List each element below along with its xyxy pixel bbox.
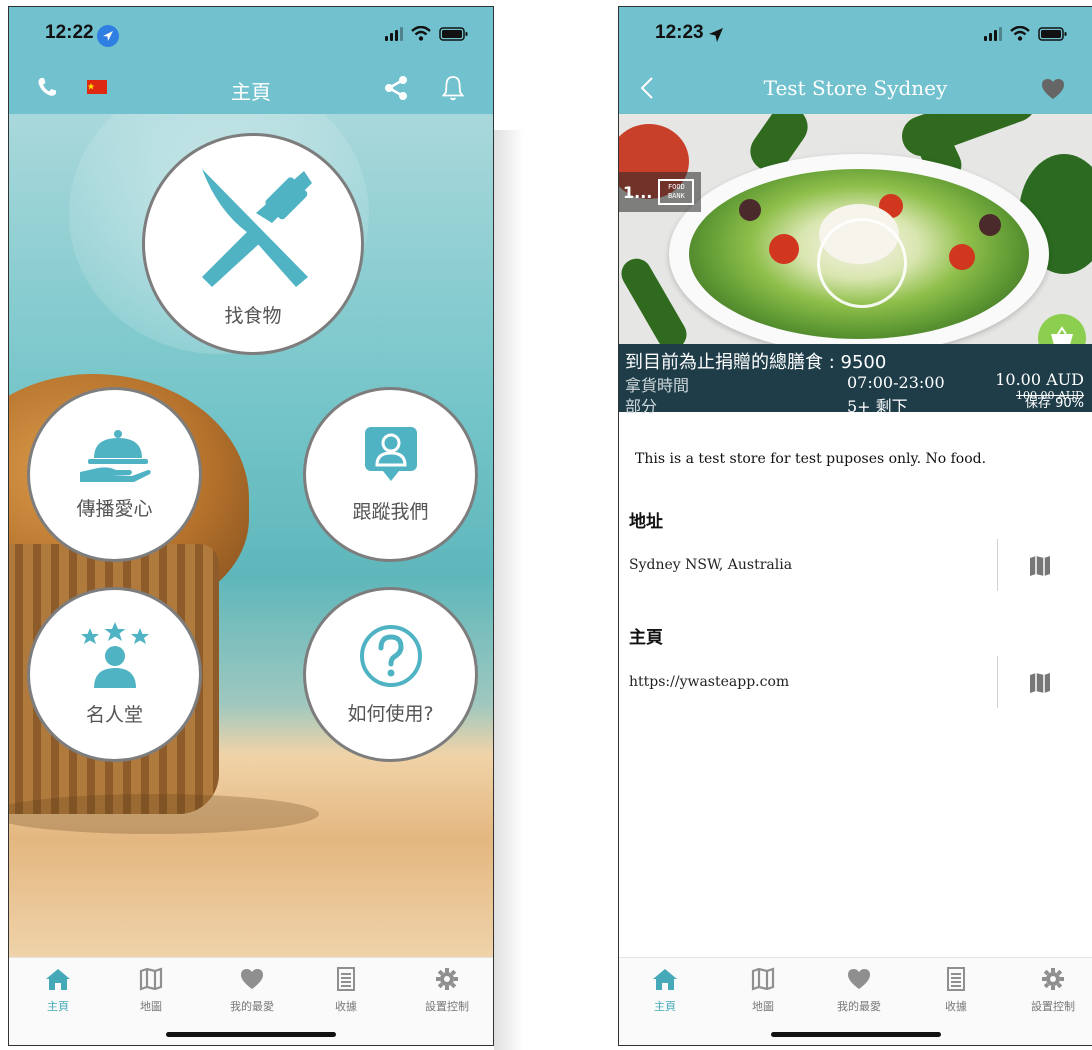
badge-count: 1... — [623, 182, 653, 202]
hall-of-fame-button[interactable]: 名人堂 — [27, 587, 202, 762]
tab-receipts[interactable]: 收據 — [916, 966, 996, 1014]
tab-home[interactable]: 主頁 — [625, 966, 705, 1014]
homepage-map-button[interactable] — [1025, 670, 1055, 700]
status-bar: 12:22 — [9, 7, 493, 62]
portion-label: 部分 — [625, 397, 658, 416]
status-bar: 12:23 — [619, 7, 1092, 62]
contact-bubble-icon — [361, 425, 421, 491]
find-food-button[interactable]: 找食物 — [142, 133, 364, 355]
spread-love-button[interactable]: 傳播愛心 — [27, 387, 202, 562]
favorite-heart-icon[interactable] — [1040, 78, 1066, 104]
tab-receipts-label: 收據 — [335, 1000, 357, 1013]
tab-map-label: 地圖 — [752, 1000, 774, 1013]
follow-us-button[interactable]: 跟蹤我們 — [303, 387, 478, 562]
star-person-icon — [78, 622, 152, 694]
gear-icon — [407, 966, 487, 992]
status-time: 12:22 — [45, 22, 94, 43]
tab-home[interactable]: 主頁 — [18, 966, 98, 1014]
location-icon — [97, 25, 119, 47]
receipt-icon — [916, 966, 996, 992]
battery-icon — [1038, 26, 1068, 41]
status-time: 12:23 — [655, 22, 704, 43]
tab-bar: 主頁 地圖 我的最愛 收據 設置控制 — [619, 957, 1092, 1045]
map-icon — [1029, 672, 1051, 698]
how-to-use-button[interactable]: 如何使用? — [303, 587, 478, 762]
tab-settings-label: 設置控制 — [1031, 1000, 1075, 1013]
tab-receipts-label: 收據 — [945, 1000, 967, 1013]
share-icon[interactable] — [383, 75, 409, 105]
tab-bar: 主頁 地圖 我的最愛 收據 設置控制 — [9, 957, 493, 1045]
wifi-icon — [1010, 26, 1030, 41]
divider — [997, 539, 998, 591]
home-indicator — [166, 1032, 336, 1037]
store-badge: 1... FOOD BANK — [619, 172, 701, 212]
cutlery-icon — [188, 161, 318, 295]
find-food-label: 找食物 — [224, 304, 282, 327]
tab-favorites[interactable]: 我的最愛 — [212, 966, 292, 1014]
basket-button[interactable] — [1038, 314, 1086, 344]
home-indicator — [770, 1032, 941, 1037]
location-arrow-icon — [707, 26, 725, 48]
nav-title: Test Store Sydney — [763, 76, 948, 100]
heart-icon — [819, 966, 899, 992]
status-icons — [984, 26, 1068, 41]
portion-value: 5+ 剩下 — [847, 397, 908, 416]
price: 10.00 AUD — [995, 370, 1084, 389]
home-icon — [625, 966, 705, 992]
homepage-url[interactable]: https://ywasteapp.com — [629, 674, 789, 690]
gear-icon — [1013, 966, 1092, 992]
address-map-button[interactable] — [1025, 553, 1055, 583]
phone-shadow — [494, 130, 524, 1050]
map-icon — [723, 966, 803, 992]
question-icon — [358, 623, 424, 693]
status-icons — [385, 26, 469, 41]
signal-icon — [984, 26, 1002, 41]
store-info-panel: 到目前為止捐贈的總膳食 : 9500 拿貨時間 07:00-23:00 部分 5… — [619, 344, 1092, 416]
battery-icon — [439, 26, 469, 41]
map-icon — [111, 966, 191, 992]
save-percent: 保存 90% — [1024, 396, 1084, 411]
how-to-use-label: 如何使用? — [347, 703, 434, 725]
receipt-icon — [306, 966, 386, 992]
hall-of-fame-label: 名人堂 — [85, 704, 143, 726]
heart-icon — [212, 966, 292, 992]
homepage-title: 主頁 — [629, 628, 663, 648]
address-value: Sydney NSW, Australia — [629, 557, 793, 573]
tab-favorites-label: 我的最愛 — [230, 1000, 274, 1013]
spread-love-label: 傳播愛心 — [76, 498, 153, 520]
nav-title: 主頁 — [231, 80, 271, 104]
food-bank-logo: FOOD BANK — [658, 179, 695, 205]
nav-bar: Test Store Sydney — [619, 62, 1092, 114]
signal-icon — [385, 26, 403, 41]
tab-home-label: 主頁 — [654, 1000, 676, 1013]
divider — [997, 656, 998, 708]
donated-meals: 到目前為止捐贈的總膳食 : 9500 — [625, 352, 887, 373]
tab-settings[interactable]: 設置控制 — [407, 966, 487, 1014]
tab-settings[interactable]: 設置控制 — [1013, 966, 1092, 1014]
notification-bell-icon[interactable] — [441, 74, 465, 106]
home-screen: 12:22 主頁 找食物 傳播愛心 跟蹤我們 名人堂 如何使用? 主頁 地圖 我… — [8, 6, 494, 1046]
tab-receipts[interactable]: 收據 — [306, 966, 386, 1014]
address-title: 地址 — [629, 512, 663, 532]
store-image: 1... FOOD BANK — [619, 114, 1092, 344]
follow-us-label: 跟蹤我們 — [352, 501, 429, 523]
tab-map[interactable]: 地圖 — [111, 966, 191, 1014]
muffin-shadow — [9, 794, 319, 834]
tab-favorites-label: 我的最愛 — [837, 1000, 881, 1013]
pickup-time-value: 07:00-23:00 — [847, 373, 945, 392]
tab-map-label: 地圖 — [140, 1000, 162, 1013]
ywaste-watermark — [817, 218, 907, 308]
store-detail-screen: 12:23 Test Store Sydney 1... FOOD BANK 到… — [618, 6, 1092, 1046]
tab-favorites[interactable]: 我的最愛 — [819, 966, 899, 1014]
map-icon — [1029, 555, 1051, 581]
store-description: This is a test store for test puposes on… — [635, 451, 987, 467]
serving-hand-icon — [78, 428, 152, 488]
home-icon — [18, 966, 98, 992]
basket-icon — [1050, 326, 1074, 344]
tab-settings-label: 設置控制 — [425, 1000, 469, 1013]
tab-map[interactable]: 地圖 — [723, 966, 803, 1014]
nav-bar: 主頁 — [9, 62, 493, 114]
tab-home-label: 主頁 — [47, 1000, 69, 1013]
wifi-icon — [411, 26, 431, 41]
